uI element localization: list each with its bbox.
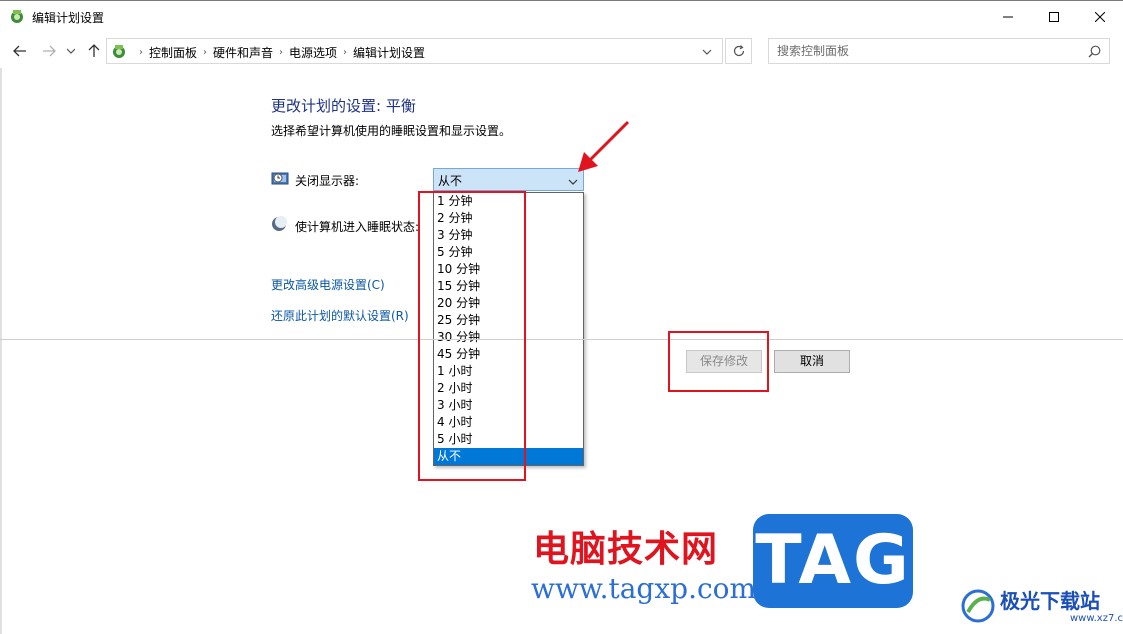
breadcrumb-separator-icon[interactable]: ›	[139, 47, 143, 58]
watermark-logo-name: 极光下载站	[1000, 589, 1100, 613]
page-title: 更改计划的设置: 平衡	[271, 97, 416, 115]
breadcrumb-power-options[interactable]: 电源选项	[289, 44, 337, 61]
forward-button[interactable]	[40, 42, 58, 60]
window-edge	[0, 68, 2, 634]
breadcrumb-separator-icon[interactable]: ›	[203, 47, 207, 58]
display-off-label: 关闭显示器:	[295, 174, 360, 188]
watermark-site-name: 电脑技术网	[533, 529, 719, 570]
refresh-icon	[733, 45, 744, 57]
aurora-logo-icon	[961, 589, 995, 623]
minimize-button[interactable]	[985, 1, 1031, 32]
display-off-dropdown[interactable]: 从不	[433, 168, 584, 191]
watermark-logo-url: www.xz7.com	[1070, 613, 1123, 624]
recent-locations-button[interactable]	[64, 42, 78, 60]
maximize-button[interactable]	[1031, 1, 1077, 32]
close-button[interactable]	[1077, 1, 1123, 32]
breadcrumb-hardware-sound[interactable]: 硬件和声音	[213, 44, 273, 61]
search-box[interactable]	[768, 38, 1110, 64]
breadcrumb-separator-icon[interactable]: ›	[343, 47, 347, 58]
search-input[interactable]	[777, 43, 1077, 59]
annotation-highlight-box	[418, 191, 526, 481]
chevron-down-icon[interactable]	[702, 45, 714, 57]
divider	[0, 339, 1123, 340]
sleep-moon-icon	[271, 216, 289, 234]
address-bar[interactable]: › 控制面板 › 硬件和声音 › 电源选项 › 编辑计划设置	[106, 38, 723, 64]
title-bar: 编辑计划设置	[0, 0, 1123, 32]
back-button[interactable]	[11, 42, 29, 60]
breadcrumb-edit-plan[interactable]: 编辑计划设置	[353, 44, 425, 61]
display-off-selected-value: 从不	[438, 174, 463, 188]
navigation-bar: › 控制面板 › 硬件和声音 › 电源选项 › 编辑计划设置	[0, 34, 1123, 68]
control-panel-icon	[111, 43, 127, 59]
up-button[interactable]	[85, 42, 103, 60]
cancel-button[interactable]: 取消	[774, 350, 850, 373]
page-description: 选择希望计算机使用的睡眠设置和显示设置。	[271, 124, 512, 138]
watermark-xz7-logo: 极光下载站 www.xz7.com	[960, 582, 1123, 626]
annotation-arrow-icon	[578, 120, 630, 172]
annotation-highlight-box	[668, 331, 769, 392]
watermark-tag-logo: TAG	[753, 514, 913, 608]
search-icon[interactable]	[1088, 45, 1101, 61]
watermark-url: www.tagxp.com	[531, 572, 757, 605]
window-title: 编辑计划设置	[32, 11, 105, 25]
breadcrumb-control-panel[interactable]: 控制面板	[149, 44, 197, 61]
breadcrumb-separator-icon[interactable]: ›	[279, 47, 283, 58]
sleep-label: 使计算机进入睡眠状态:	[295, 220, 420, 234]
monitor-clock-icon	[271, 171, 289, 189]
advanced-power-settings-link[interactable]: 更改高级电源设置(C)	[271, 276, 385, 293]
refresh-button[interactable]	[725, 38, 752, 64]
power-options-icon	[9, 8, 25, 24]
restore-defaults-link[interactable]: 还原此计划的默认设置(R)	[271, 307, 409, 324]
breadcrumb: › 控制面板 › 硬件和声音 › 电源选项 › 编辑计划设置	[133, 44, 425, 61]
